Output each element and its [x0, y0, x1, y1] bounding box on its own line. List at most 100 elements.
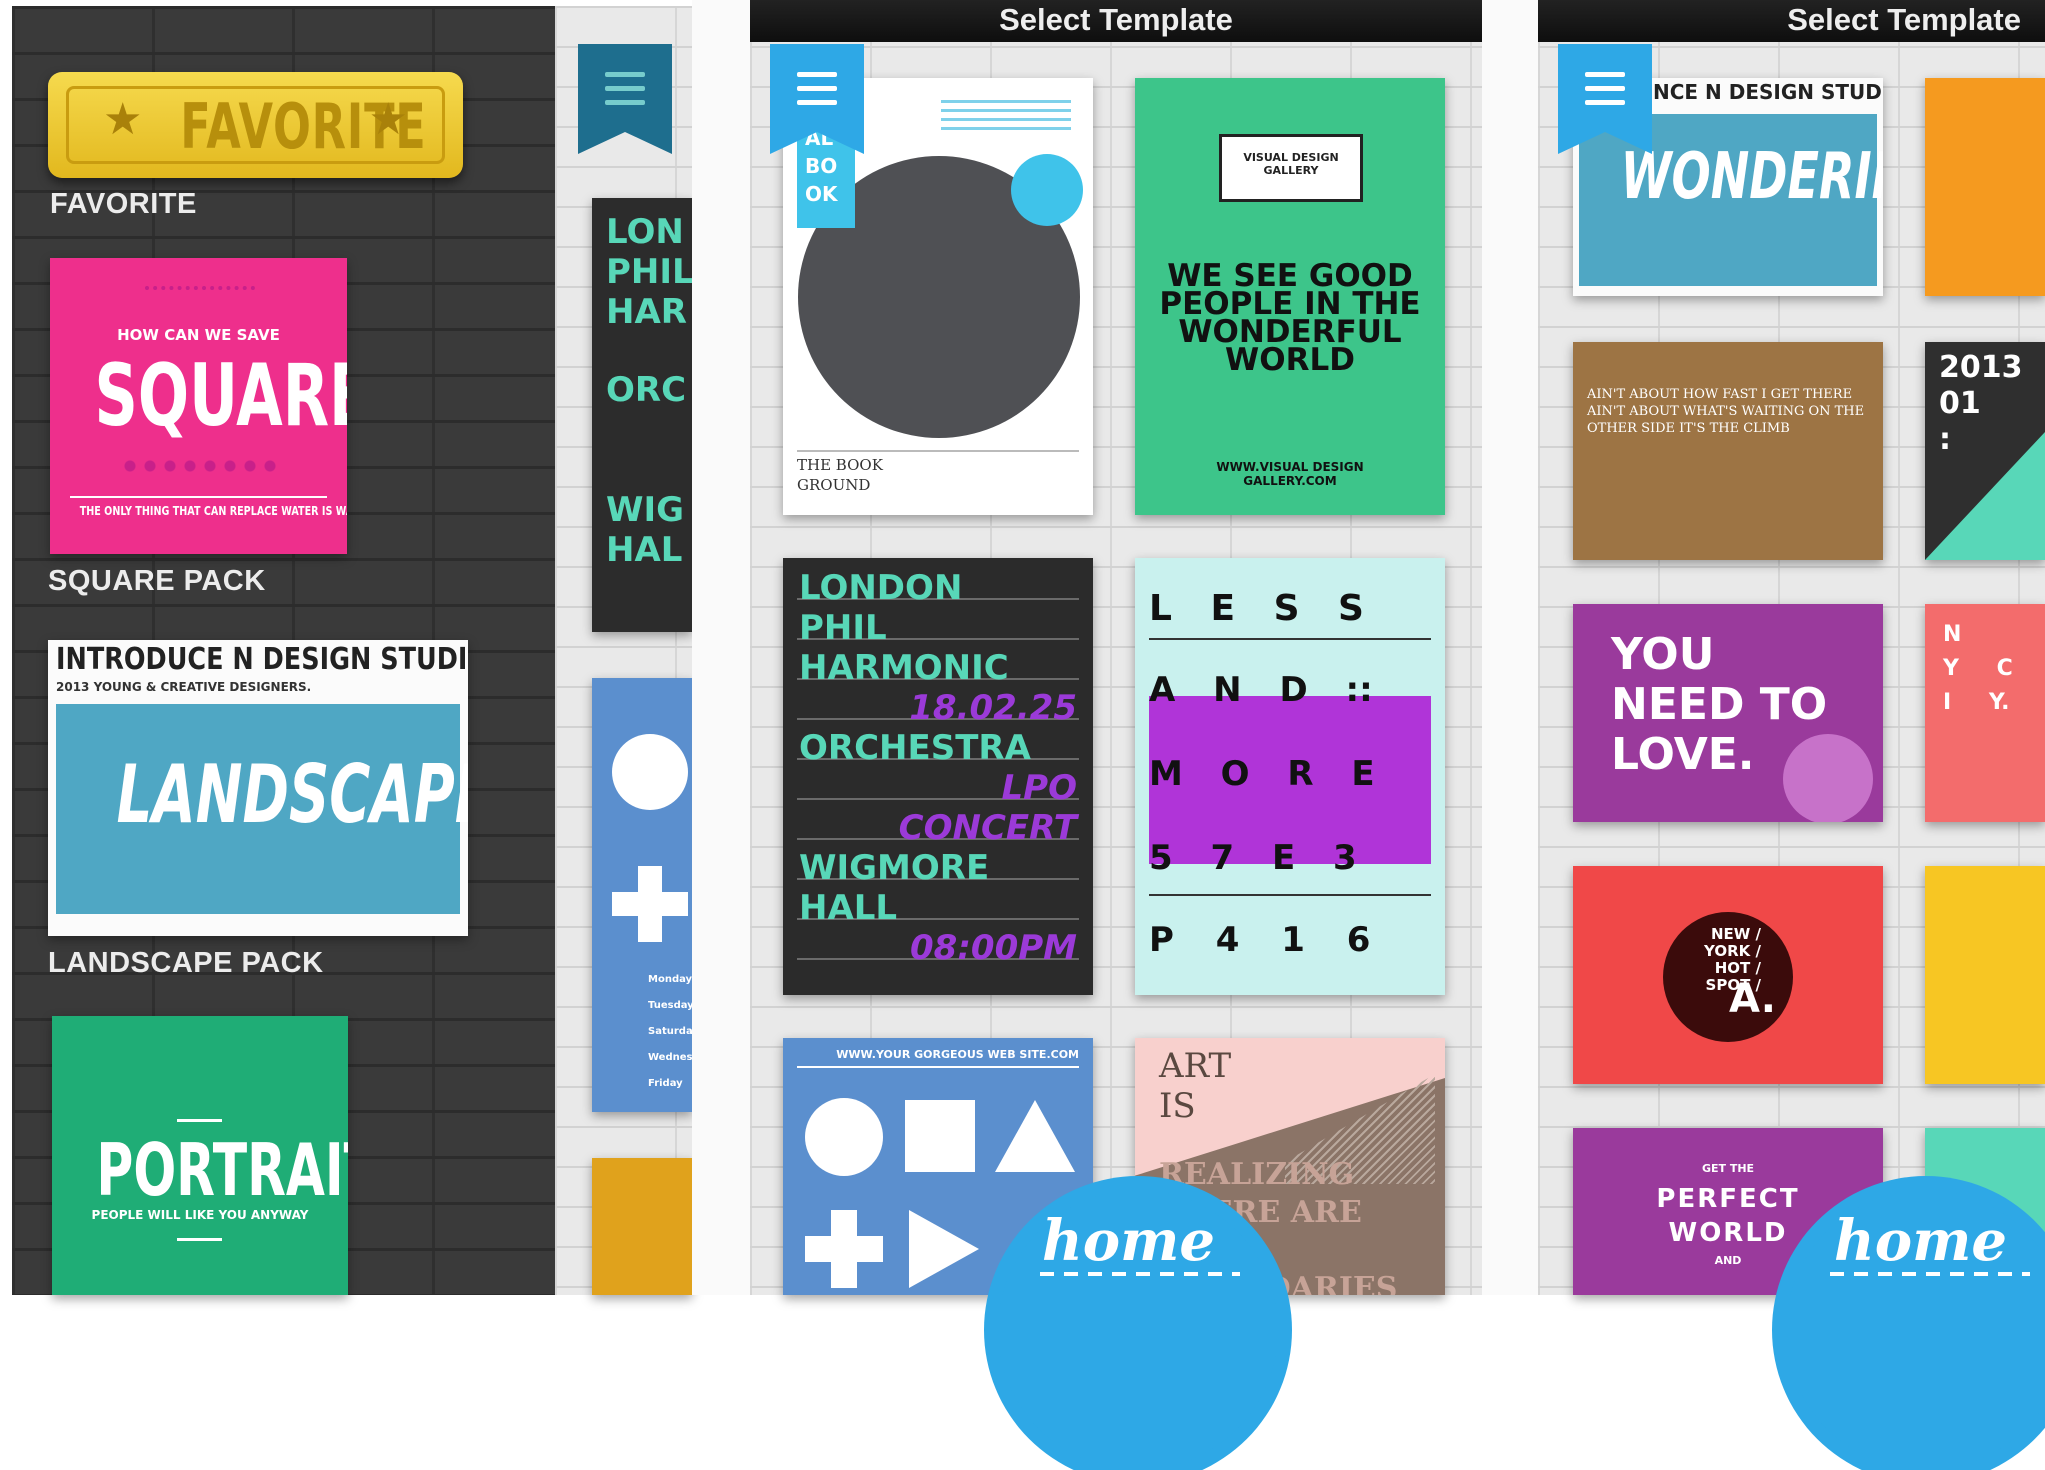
schedule-item: Wednesday [648, 1052, 692, 1063]
wondering-header: NCE N DESIGN STUDIO [1653, 80, 1883, 104]
screen-divider [692, 0, 750, 1295]
green-headline: WE SEE GOOD PEOPLE IN THE WONDERFUL WORL… [1159, 258, 1421, 378]
book-footer-l1: THE BOOK [797, 456, 883, 474]
home-label: home [1042, 1208, 1215, 1274]
plus-shape [612, 866, 688, 942]
template-nyc-card[interactable]: N Y C I Y. [1925, 604, 2045, 822]
schedule-item: Saturday [648, 1026, 692, 1037]
london-l1: LONDON [799, 568, 963, 608]
arrow-icon [1830, 1272, 2030, 1276]
star-icon: ★ [368, 95, 408, 144]
art-l1: ART [1159, 1046, 1232, 1086]
dark-colon: : [1939, 422, 1951, 457]
screen-divider [1482, 0, 1538, 1295]
partial-gold-poster[interactable] [592, 1158, 692, 1295]
circle-shape [805, 1098, 883, 1176]
square-pack-card[interactable]: HOW CAN WE SAVE SQUARE THE ONLY THING TH… [50, 258, 347, 554]
london-l3: HARMONIC [799, 648, 1009, 688]
schedule-item: Tuesday [648, 1000, 692, 1011]
shapes-url: WWW.YOUR GORGEOUS WEB SITE.COM [836, 1048, 1079, 1061]
template-book-poster[interactable]: AL BO OK THE BOOK GROUND [783, 78, 1093, 515]
circle-shape [612, 734, 688, 810]
schedule-item: Monday [648, 974, 692, 985]
template-yellow-card[interactable] [1925, 866, 2045, 1084]
partial-poster-line: PHIL [606, 252, 692, 292]
partial-poster-line: ORC [606, 370, 687, 410]
square-card-title: SQUARE [94, 346, 347, 446]
square-card-footer: THE ONLY THING THAT CAN REPLACE WATER IS… [79, 504, 347, 518]
divider [177, 1119, 222, 1122]
landscape-card-panel: LANDSCAPE [56, 704, 468, 914]
template-orange-card[interactable] [1925, 78, 2045, 296]
partial-poster-line: WIG [606, 490, 685, 530]
portrait-card-sub: PEOPLE WILL LIKE YOU ANYWAY [91, 1208, 309, 1222]
partial-poster-line: HAR [606, 292, 687, 332]
landscape-pack-label: LANDSCAPE PACK [48, 947, 324, 979]
london-concert: CONCERT [898, 808, 1077, 848]
schedule-item: Friday [648, 1078, 683, 1089]
less-row-1: L E S S [1149, 588, 1364, 629]
template-climb-card[interactable]: AIN'T ABOUT HOW FAST I GET THERE AIN'T A… [1573, 342, 1883, 560]
landscape-card-header: INTRODUCE N DESIGN STUDIO. [56, 642, 468, 677]
dots-decoration [120, 458, 280, 474]
template-hotspot-card[interactable]: NEW / YORK / HOT / SPOT / A. [1573, 866, 1883, 1084]
landscape-card-title: LANDSCAPE [116, 748, 468, 841]
london-l2: PHIL [799, 608, 887, 648]
star-icon: ★ [103, 95, 143, 144]
divider [797, 450, 1079, 452]
green-box-text: VISUAL DESIGN GALLERY [1243, 151, 1339, 177]
london-l6: HALL [799, 888, 898, 928]
landscape-pack-card[interactable]: INTRODUCE N DESIGN STUDIO. 2013 YOUNG & … [48, 640, 468, 936]
triangle-shape [995, 1100, 1075, 1172]
favorite-badge-text: FAVORITE [180, 90, 427, 163]
square-card-small: HOW CAN WE SAVE [117, 326, 280, 344]
london-lpo: LPO [1001, 768, 1078, 808]
london-date: 18.02.25 [909, 688, 1077, 728]
dark-year: 2013 [1939, 350, 2023, 385]
template-less-more-poster[interactable]: L E S S A N D :: M O R E 5 7 E 3 P 4 1 6 [1135, 558, 1445, 995]
landscape-card-sub: 2013 YOUNG & CREATIVE DESIGNERS. [56, 680, 312, 694]
climb-text: AIN'T ABOUT HOW FAST I GET THERE AIN'T A… [1587, 387, 1865, 436]
love-text: YOU NEED TO LOVE. [1611, 629, 1828, 780]
book-footer-l2: GROUND [797, 476, 871, 494]
less-row-2: A N D :: [1149, 670, 1373, 710]
right-title-bar: Select Template [1538, 0, 2045, 42]
divider [797, 1066, 1079, 1068]
divider [177, 1238, 222, 1241]
right-title: Select Template [1787, 2, 2021, 37]
london-l4: ORCHESTRA [799, 728, 1031, 768]
favorite-pack-button[interactable]: ★ FAVORITE ★ [48, 72, 463, 178]
template-2013-card[interactable]: 2013 01 : [1925, 342, 2045, 560]
center-title-bar: Select Template [750, 0, 1482, 42]
square-pack-label: SQUARE PACK [48, 565, 266, 597]
green-poster-box: VISUAL DESIGN GALLERY [1219, 134, 1363, 202]
partial-london-poster[interactable]: LON PHIL HAR ORC WIG HAL [592, 198, 692, 632]
dark-num: 01 [1939, 386, 1981, 421]
less-row-5: P 4 1 6 [1149, 920, 1371, 960]
home-label: home [1834, 1208, 2007, 1274]
plus-shape [805, 1210, 883, 1288]
template-love-card[interactable]: YOU NEED TO LOVE. [1573, 604, 1883, 822]
less-row-4: 5 7 E 3 [1149, 838, 1357, 878]
art-l2: IS [1159, 1086, 1196, 1126]
partial-shapes-poster[interactable]: Monday Tuesday Saturday Wednesday Friday [592, 678, 692, 1112]
less-row-3: M O R E [1149, 754, 1375, 794]
green-url: WWW.VISUAL DESIGN GALLERY.COM [1216, 460, 1364, 488]
partial-poster-line: HAL [606, 530, 683, 570]
center-title: Select Template [999, 2, 1233, 37]
london-l5: WIGMORE [799, 848, 990, 888]
template-london-poster[interactable]: LONDON PHIL HARMONIC 18.02.25 ORCHESTRA … [783, 558, 1093, 995]
square-shape [905, 1100, 975, 1172]
portrait-pack-card[interactable]: PORTRAIT PEOPLE WILL LIKE YOU ANYWAY [52, 1016, 348, 1295]
template-good-people-poster[interactable]: VISUAL DESIGN GALLERY WE SEE GOOD PEOPLE… [1135, 78, 1445, 515]
hotspot-big: A. [1729, 976, 1776, 1022]
divider [70, 496, 327, 498]
perfect-small: GET THE [1701, 1162, 1755, 1175]
book-small-circle [1011, 154, 1083, 226]
partial-poster-line: LON [606, 212, 684, 252]
arrow-icon [1040, 1272, 1240, 1276]
wondering-title: WONDERING [1620, 140, 1883, 214]
wave-decoration [941, 100, 1071, 136]
london-time: 08:00PM [910, 928, 1077, 968]
zigzag-decoration [145, 286, 255, 316]
